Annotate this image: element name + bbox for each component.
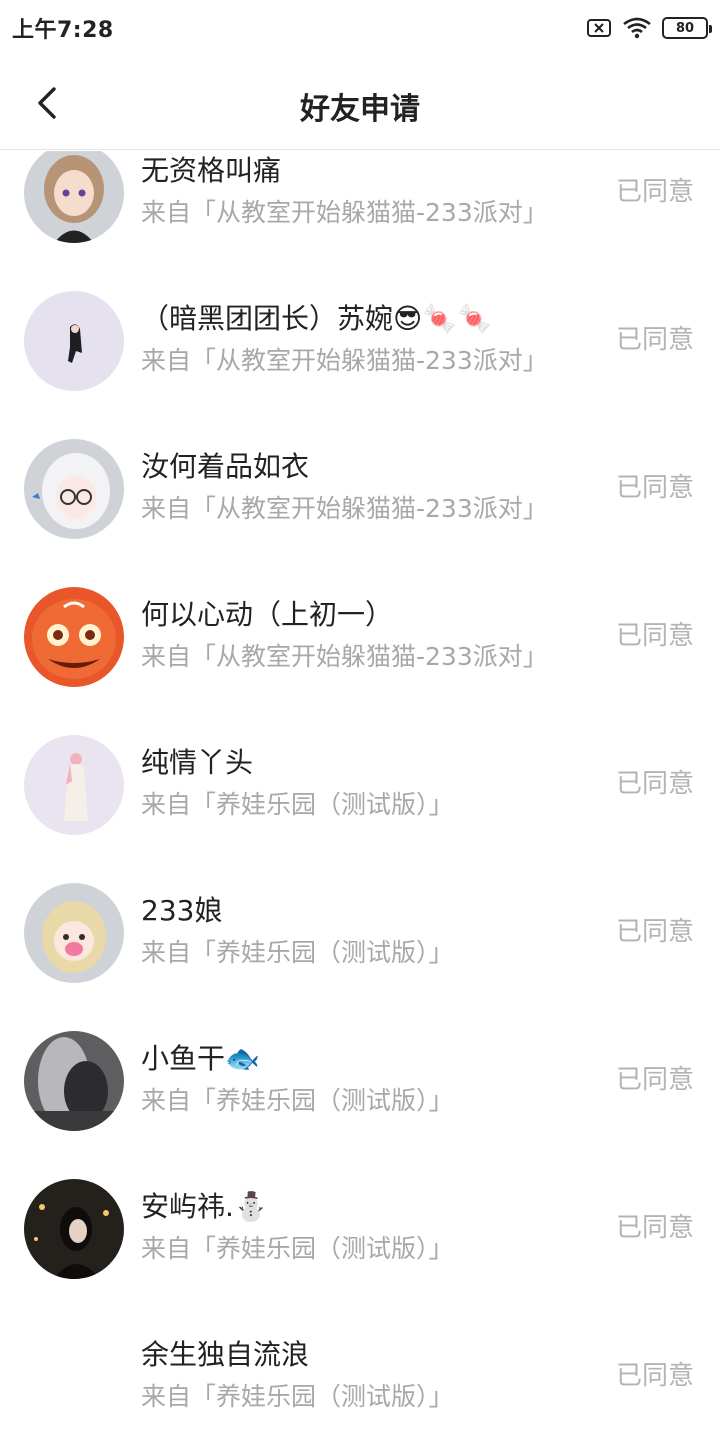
list-item[interactable]: 汝何着品如衣 来自「从教室开始躲猫猫-233派对」 已同意 [0,439,720,587]
request-source: 来自「养娃乐园（测试版）」 [141,1086,454,1115]
friend-request-list: 无资格叫痛 来自「从教室开始躲猫猫-233派对」 已同意 （暗黑团团长）苏婉😎🍬… [0,151,720,1440]
avatar [24,587,124,687]
avatar [24,883,124,983]
list-item[interactable]: 余生独自流浪 来自「养娃乐园（测试版）」 已同意 [0,1327,720,1440]
request-source: 来自「从教室开始躲猫猫-233派对」 [141,494,548,523]
navigation-bar: 好友申请 [0,56,720,150]
request-source: 来自「养娃乐园（测试版）」 [141,1234,454,1263]
accepted-status: 已同意 [615,1213,694,1243]
avatar [24,151,124,243]
requester-name: 汝何着品如衣 [141,450,310,483]
status-time: 上午7:28 [12,18,114,43]
requester-name: 安屿祎.⛄ [141,1190,269,1223]
accepted-status: 已同意 [615,621,694,651]
list-item[interactable]: 无资格叫痛 来自「从教室开始躲猫猫-233派对」 已同意 [0,151,720,291]
page-title: 好友申请 [300,92,420,127]
status-bar: 上午7:28 80 [0,0,720,56]
accepted-status: 已同意 [615,1065,694,1095]
accepted-status: 已同意 [615,917,694,947]
list-item[interactable]: （暗黑团团长）苏婉😎🍬🍬 来自「从教室开始躲猫猫-233派对」 已同意 [0,291,720,439]
request-source: 来自「养娃乐园（测试版）」 [141,790,454,819]
avatar [24,439,124,539]
avatar [24,291,124,391]
accepted-status: 已同意 [615,325,694,355]
request-source: 来自「从教室开始躲猫猫-233派对」 [141,642,548,671]
requester-name: 小鱼干🐟 [141,1042,260,1075]
sim-blocked-icon [586,17,612,39]
battery-icon: 80 [662,17,712,39]
request-source: 来自「养娃乐园（测试版）」 [141,1382,454,1411]
requester-name: 233娘 [141,894,223,927]
status-icons: 80 [586,17,712,39]
avatar [24,1179,124,1279]
battery-level: 80 [675,20,695,36]
wifi-icon [622,17,652,39]
list-item[interactable]: 安屿祎.⛄ 来自「养娃乐园（测试版）」 已同意 [0,1179,720,1327]
avatar [24,735,124,835]
requester-name: 无资格叫痛 [141,154,282,187]
request-source: 来自「从教室开始躲猫猫-233派对」 [141,346,548,375]
requester-name: 何以心动（上初一） [141,598,394,631]
list-item[interactable]: 233娘 来自「养娃乐园（测试版）」 已同意 [0,883,720,1031]
list-item[interactable]: 小鱼干🐟 来自「养娃乐园（测试版）」 已同意 [0,1031,720,1179]
list-item[interactable]: 纯情丫头 来自「养娃乐园（测试版）」 已同意 [0,735,720,883]
accepted-status: 已同意 [615,177,694,207]
requester-name: （暗黑团团长）苏婉😎🍬🍬 [141,302,492,335]
accepted-status: 已同意 [615,769,694,799]
requester-name: 余生独自流浪 [141,1338,310,1371]
request-source: 来自「从教室开始躲猫猫-233派对」 [141,198,548,227]
requester-name: 纯情丫头 [141,746,254,779]
request-source: 来自「养娃乐园（测试版）」 [141,938,454,967]
list-item[interactable]: 何以心动（上初一） 来自「从教室开始躲猫猫-233派对」 已同意 [0,587,720,735]
accepted-status: 已同意 [615,473,694,503]
accepted-status: 已同意 [615,1361,694,1391]
avatar [24,1031,124,1131]
